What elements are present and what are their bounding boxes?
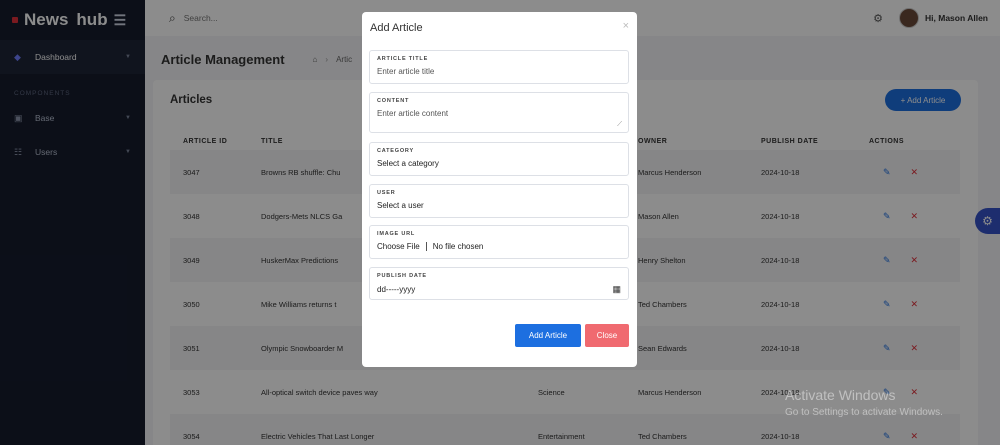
choose-file-button[interactable]: Choose File	[377, 242, 427, 251]
article-title-field[interactable]: ARTICLE TITLE Enter article title	[369, 50, 629, 84]
field-label: CATEGORY	[377, 148, 414, 154]
submit-add-article-button[interactable]: Add Article	[515, 324, 581, 347]
user-select[interactable]: Select a user	[377, 201, 621, 210]
resize-handle-icon[interactable]: ⟋	[617, 121, 622, 129]
field-label: IMAGE URL	[377, 231, 416, 237]
watermark-line-2: Go to Settings to activate Windows.	[785, 407, 943, 418]
category-select[interactable]: Select a category	[377, 159, 621, 168]
article-title-input[interactable]: Enter article title	[377, 67, 621, 76]
file-input[interactable]: Choose File No file chosen	[377, 242, 621, 251]
field-label: PUBLISH DATE	[377, 273, 427, 279]
date-input[interactable]: dd-----yyyy ▦	[377, 284, 621, 295]
activation-watermark: Activate Windows Go to Settings to activ…	[785, 387, 943, 418]
field-label: CONTENT	[377, 98, 410, 104]
image-url-field[interactable]: IMAGE URL Choose File No file chosen	[369, 225, 629, 259]
calendar-icon[interactable]: ▦	[612, 284, 621, 295]
field-label: ARTICLE TITLE	[377, 56, 429, 62]
close-icon[interactable]: ×	[623, 20, 629, 32]
watermark-line-1: Activate Windows	[785, 387, 896, 403]
content-textarea[interactable]: Enter article content	[377, 109, 621, 118]
publish-date-field[interactable]: PUBLISH DATE dd-----yyyy ▦	[369, 267, 629, 300]
modal-title: Add Article	[370, 22, 423, 34]
content-field[interactable]: CONTENT Enter article content ⟋	[369, 92, 629, 133]
file-status: No file chosen	[432, 242, 484, 251]
field-label: USER	[377, 190, 396, 196]
date-value: dd-----yyyy	[377, 285, 416, 294]
close-button[interactable]: Close	[585, 324, 629, 347]
add-article-modal: Add Article × ARTICLE TITLE Enter articl…	[362, 12, 637, 367]
user-field[interactable]: USER Select a user	[369, 184, 629, 218]
category-field[interactable]: CATEGORY Select a category	[369, 142, 629, 176]
